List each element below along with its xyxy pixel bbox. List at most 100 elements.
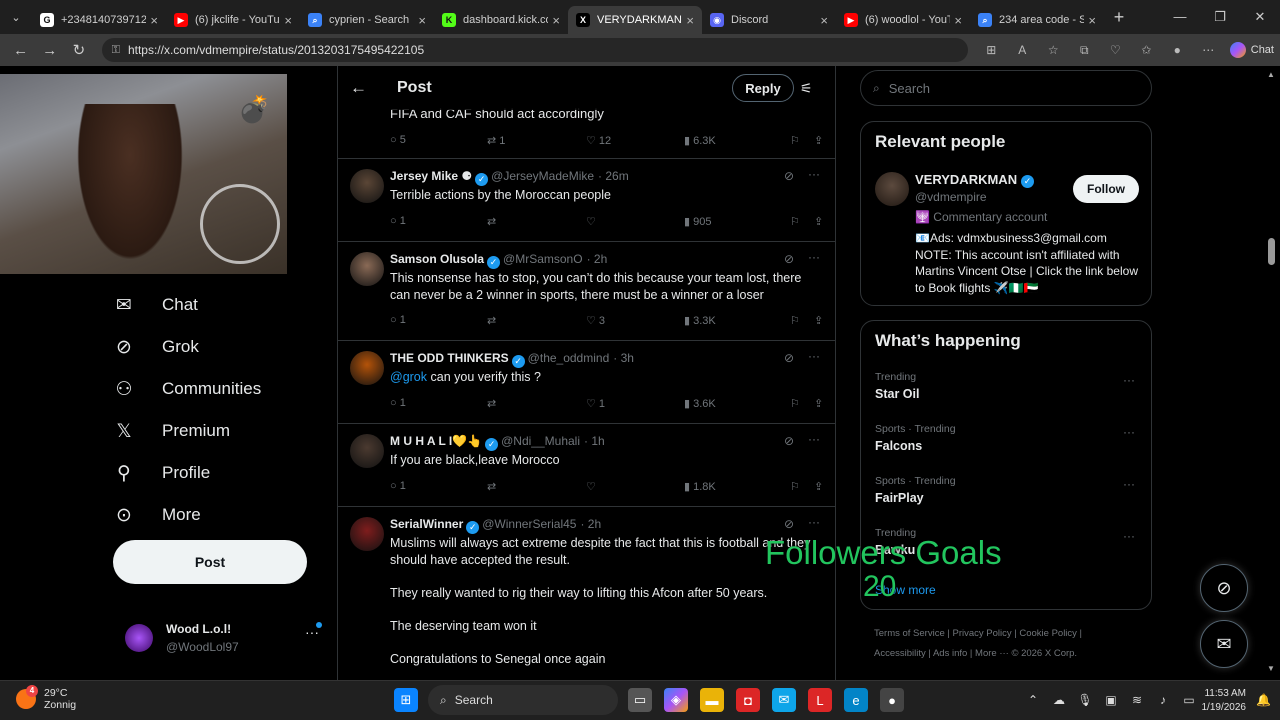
repost-action[interactable]: ⇄ (487, 480, 496, 493)
reply-action[interactable]: ○ 1 (390, 215, 406, 227)
minimize-icon[interactable]: — (1160, 9, 1200, 25)
sidebar-item-chat[interactable]: ✉ Chat (113, 284, 333, 326)
browser-tab[interactable]: ▶ (6) woodlol - YouTu × (836, 6, 970, 34)
trend-item[interactable]: Sports · Trending FairPlay ··· (875, 475, 1145, 505)
copilot-icon[interactable]: ◈ (664, 688, 688, 712)
browser-tab[interactable]: Kdashboard.kick.com × (434, 6, 568, 34)
more-dots-icon[interactable]: ··· (1123, 529, 1135, 543)
like-action[interactable]: ♡ (586, 480, 596, 493)
wifi-icon[interactable]: ≋ (1124, 693, 1150, 707)
app-l-icon[interactable]: L (808, 688, 832, 712)
browser-tab[interactable]: ⌕ 234 area code - Sea× (970, 6, 1104, 34)
repost-action[interactable]: ⇄ 1 (487, 134, 505, 147)
reply-action[interactable]: ○ 5 (390, 134, 406, 146)
author-name[interactable]: Jersey Mike ⚈ (390, 169, 472, 183)
mention-link[interactable]: @grok (390, 370, 427, 384)
more-dots-icon[interactable]: ··· (808, 515, 820, 529)
share-icon[interactable]: ⇪ (814, 314, 823, 327)
display-icon[interactable]: ▣ (1098, 693, 1124, 707)
profile-avatar-icon[interactable]: ● (1162, 43, 1193, 58)
edge-browser-icon[interactable]: e (844, 688, 868, 712)
avatar[interactable] (875, 172, 909, 206)
close-tab-icon[interactable]: × (820, 13, 828, 28)
reply-action[interactable]: ○ 1 (390, 397, 406, 409)
share-icon[interactable]: ⇪ (814, 134, 823, 147)
close-window-icon[interactable]: ✕ (1240, 9, 1280, 25)
avatar[interactable] (350, 434, 384, 468)
microphone-icon[interactable]: 🎙 (1072, 693, 1098, 707)
extensions-icon[interactable]: ⧉ (1069, 43, 1100, 58)
browser-tab[interactable]: ◉ Discord × (702, 6, 836, 34)
file-explorer-icon[interactable]: ▬ (700, 688, 724, 712)
more-dots-icon[interactable]: ··· (1123, 425, 1135, 439)
tab-actions-menu-icon[interactable]: ⌄ (0, 0, 32, 34)
page-scrollbar[interactable]: ▲ ▼ (1264, 66, 1280, 680)
views-action[interactable]: ▮ 3.3K (684, 314, 716, 327)
trend-item[interactable]: Sports · Trending Falcons ··· (875, 423, 1145, 453)
url-field[interactable]: ⚿ https://x.com/vdmempire/status/2013203… (101, 38, 968, 62)
share-icon[interactable]: ⇪ (814, 215, 823, 228)
volume-icon[interactable]: ♪ (1150, 693, 1176, 707)
notification-bell-icon[interactable]: 🔔 (1256, 693, 1271, 707)
close-tab-icon[interactable]: × (284, 13, 292, 28)
bookmark-icon[interactable]: ⚐ (790, 134, 800, 147)
close-tab-icon[interactable]: × (552, 13, 560, 28)
author-name[interactable]: THE ODD THINKERS (390, 351, 509, 365)
grok-icon[interactable]: ⊘ (784, 517, 794, 531)
more-dots-icon[interactable]: ··· (1123, 373, 1135, 387)
share-icon[interactable]: ⇪ (814, 397, 823, 410)
tweet-item[interactable]: M U H A L I💛👆 ✓ @Ndi__Muhali · 1h ⊘ ··· If you… (338, 423, 835, 506)
person-name[interactable]: VERYDARKMAN ✓ (915, 172, 1035, 188)
compose-post-button[interactable]: Post (113, 540, 307, 584)
taskbar-search[interactable]: ⌕ Search (428, 685, 618, 715)
close-tab-icon[interactable]: × (954, 13, 962, 28)
forward-arrow-icon[interactable]: → (35, 42, 64, 59)
apps-icon[interactable]: ⊞ (976, 43, 1007, 58)
like-action[interactable]: ♡ 12 (586, 134, 611, 147)
reply-action[interactable]: ○ 1 (390, 314, 406, 326)
repost-action[interactable]: ⇄ (487, 397, 496, 410)
more-dots-icon[interactable]: ··· (1123, 477, 1135, 491)
grok-icon[interactable]: ⊘ (784, 252, 794, 266)
back-arrow-icon[interactable]: ← (6, 42, 35, 59)
bookmark-icon[interactable]: ⚐ (790, 314, 800, 327)
browser-tab[interactable]: ▶ (6) jkclife - YouTube × (166, 6, 300, 34)
views-action[interactable]: ▮ 1.8K (684, 480, 716, 493)
sidebar-item-more[interactable]: ⊙ More (113, 494, 333, 536)
author-name[interactable]: M U H A L I💛👆 (390, 434, 482, 448)
share-icon[interactable]: ⇪ (814, 480, 823, 493)
like-action[interactable]: ♡ 3 (586, 314, 605, 327)
more-dots-icon[interactable]: ··· (808, 349, 820, 363)
avatar[interactable] (350, 351, 384, 385)
sidebar-item-profile[interactable]: ⚲ Profile (113, 452, 333, 494)
streaming-app-icon[interactable]: ● (880, 688, 904, 712)
footer-line[interactable]: Accessibility | Ads info | More ··· © 20… (874, 644, 1164, 664)
tweet-item[interactable]: SerialWinner ✓ @WinnerSerial45 · 2h ⊘ ··· Musl… (338, 506, 835, 680)
search-input[interactable]: ⌕ Search (860, 70, 1152, 106)
reply-action[interactable]: ○ 1 (390, 480, 406, 492)
browser-tab[interactable]: G +2348140739712 w× (32, 6, 166, 34)
grok-icon[interactable]: ⊘ (784, 351, 794, 365)
more-dots-icon[interactable]: ··· (808, 432, 820, 446)
settings-more-icon[interactable]: ⋯ (1193, 43, 1224, 58)
repost-action[interactable]: ⇄ (487, 314, 496, 327)
browser-tab[interactable]: X VERYDARKMAN on × (568, 6, 702, 34)
account-switcher[interactable]: Wood L.o.l! @WoodLol97 ··· (125, 618, 330, 658)
favorites-icon[interactable]: ✩ (1131, 43, 1162, 58)
windows-start-icon[interactable]: ⊞ (394, 688, 418, 712)
back-arrow-icon[interactable]: ← (350, 78, 367, 98)
weather-widget[interactable]: 4 29°C Zonnig (16, 685, 76, 711)
reload-icon[interactable]: ↻ (64, 41, 93, 59)
copilot-chat-button[interactable]: Chat (1229, 42, 1274, 58)
tweet-item[interactable]: Jersey Mike ⚈ ✓ @JerseyMadeMike · 26m ⊘ ··· Te… (338, 158, 835, 241)
follow-button[interactable]: Follow (1073, 175, 1139, 203)
like-action[interactable]: ♡ 1 (586, 397, 605, 410)
chevron-up-icon[interactable]: ⌃ (1020, 693, 1046, 707)
scroll-down-icon[interactable]: ▼ (1267, 664, 1275, 673)
task-view-icon[interactable]: ▭ (628, 688, 652, 712)
clock[interactable]: 11:53 AM 1/19/2026 (1198, 687, 1247, 715)
tweet-item[interactable]: THE ODD THINKERS ✓ @the_oddmind · 3h ⊘ ··· @gr… (338, 340, 835, 423)
more-dots-icon[interactable]: ··· (808, 250, 820, 264)
site-info-icon[interactable]: ⚿ (112, 44, 120, 57)
scroll-thumb[interactable] (1268, 238, 1275, 265)
